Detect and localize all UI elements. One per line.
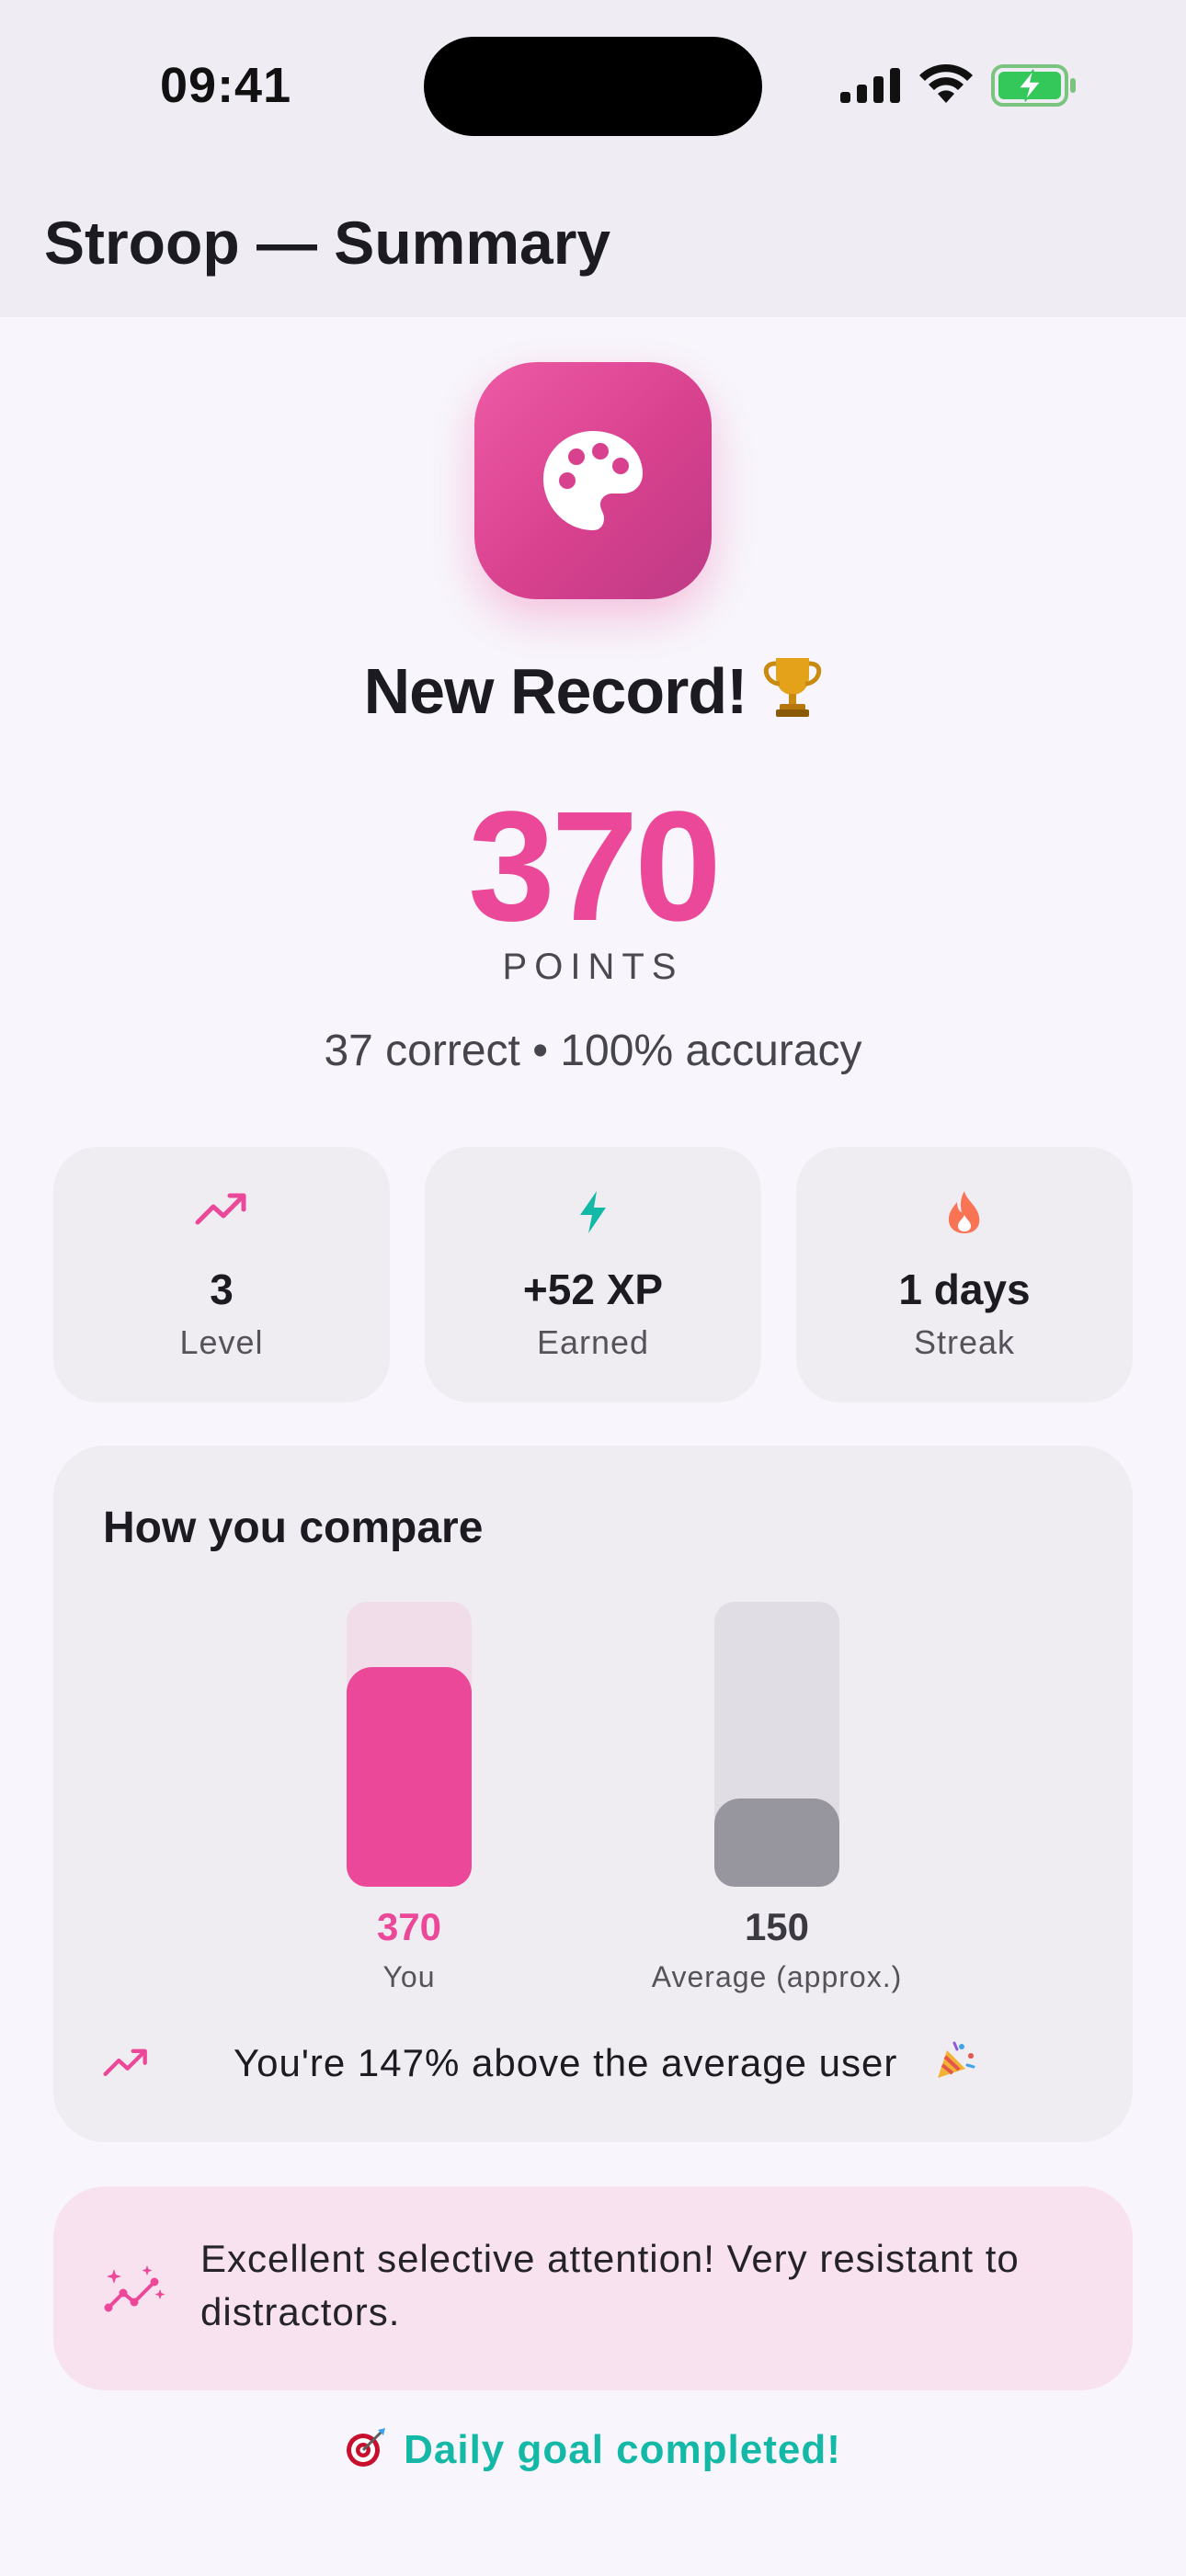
party-popper-icon xyxy=(938,2041,975,2078)
status-bar: 09:41 xyxy=(0,0,1186,175)
stat-label: Streak xyxy=(913,1323,1016,1361)
average-bar-label: Average (approx.) xyxy=(651,1960,903,1993)
game-icon-tile xyxy=(474,362,712,599)
dynamic-island xyxy=(424,37,762,136)
daily-goal-text: Daily goal completed! xyxy=(404,2427,841,2472)
lightning-icon xyxy=(580,1191,606,1233)
stat-card-xp: +52 XP Earned xyxy=(425,1147,761,1402)
score-value: 370 xyxy=(468,779,722,954)
sparkle-chart-icon xyxy=(104,2265,165,2312)
average-bar-value: 150 xyxy=(744,1905,810,1948)
compare-title: How you compare xyxy=(103,1504,484,1552)
stat-value: 1 days xyxy=(898,1265,1031,1313)
insight-card: Excellent selective attention! Very resi… xyxy=(53,2186,1133,2390)
stat-value: 3 xyxy=(210,1265,234,1313)
you-bar-fill xyxy=(347,1667,472,1887)
target-icon xyxy=(347,2428,386,2467)
palette-icon xyxy=(543,431,643,530)
you-bar-track xyxy=(347,1602,472,1887)
average-bar-track xyxy=(714,1602,839,1887)
page-title: Stroop — Summary xyxy=(44,209,611,277)
flame-icon xyxy=(948,1191,980,1233)
record-headline: New Record! xyxy=(0,654,1186,728)
compare-card: How you compare 370 You 150 Average (app… xyxy=(53,1446,1133,2142)
trending-up-icon xyxy=(195,1193,246,1225)
daily-goal: Daily goal completed! xyxy=(0,2426,1186,2473)
status-time: 09:41 xyxy=(160,58,292,113)
insight-text: Excellent selective attention! Very resi… xyxy=(200,2237,1020,2333)
headline-text: New Record! xyxy=(363,655,748,727)
stat-value: +52 XP xyxy=(522,1265,664,1313)
signal-icon xyxy=(840,68,900,103)
trophy-icon xyxy=(764,658,822,717)
stat-label: Earned xyxy=(536,1323,650,1361)
wifi-icon xyxy=(919,64,973,103)
score-unit: POINTS xyxy=(502,947,684,987)
average-bar-fill xyxy=(714,1798,839,1887)
compare-note-text: You're 147% above the average user xyxy=(234,2041,898,2084)
you-bar-value: 370 xyxy=(376,1905,442,1948)
nav-bar: Stroop — Summary xyxy=(0,175,1186,317)
trending-up-icon xyxy=(103,2048,147,2076)
score-detail: 37 correct • 100% accuracy xyxy=(324,1027,862,1075)
you-bar-label: You xyxy=(382,1960,436,1993)
battery-charging-icon xyxy=(991,64,1076,107)
stat-card-streak: 1 days Streak xyxy=(796,1147,1133,1402)
stat-card-level: 3 Level xyxy=(53,1147,390,1402)
stat-label: Level xyxy=(179,1323,264,1361)
